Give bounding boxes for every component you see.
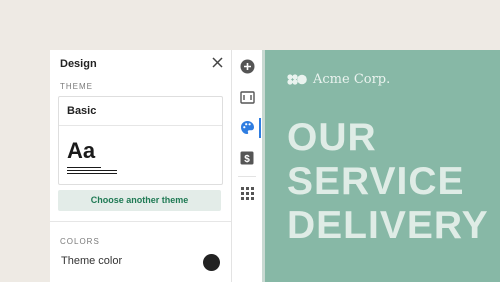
theme-sample-line xyxy=(67,170,117,171)
svg-text:$: $ xyxy=(244,154,250,165)
theme-card-divider xyxy=(59,125,222,126)
theme-name: Basic xyxy=(67,105,97,117)
palette-icon xyxy=(240,120,254,134)
brand-name: Acme Corp. xyxy=(313,72,391,87)
hero-headline: OUR SERVICE DELIVERY xyxy=(287,116,489,248)
layout-button[interactable] xyxy=(238,88,256,106)
pricing-button[interactable]: $ xyxy=(238,149,256,167)
logo-icon xyxy=(287,74,307,85)
choose-theme-button[interactable]: Choose another theme xyxy=(58,190,221,211)
theme-card[interactable]: Basic Aa xyxy=(58,96,223,185)
panel-title: Design xyxy=(60,58,97,70)
plus-circle-icon xyxy=(240,59,254,73)
headline-line: SERVICE xyxy=(287,160,465,203)
section-divider xyxy=(50,221,231,222)
theme-color-label: Theme color xyxy=(61,255,123,267)
headline-line: OUR xyxy=(287,116,377,159)
rail-divider xyxy=(238,176,256,177)
frame-icon xyxy=(239,90,255,104)
design-panel: Design THEME Basic Aa Choose another the… xyxy=(50,50,232,282)
site-preview[interactable]: Acme Corp. OUR SERVICE DELIVERY xyxy=(265,50,500,282)
theme-sample-line xyxy=(67,167,101,168)
theme-section-label: THEME xyxy=(60,82,93,91)
brand: Acme Corp. xyxy=(287,72,390,87)
design-button[interactable] xyxy=(238,118,256,136)
dollar-icon: $ xyxy=(240,151,254,165)
add-element-button[interactable] xyxy=(238,57,256,75)
tool-rail: $ xyxy=(232,50,262,282)
colors-section-label: COLORS xyxy=(60,237,100,246)
close-button[interactable] xyxy=(210,57,224,71)
headline-line: DELIVERY xyxy=(287,204,489,247)
theme-font-sample: Aa xyxy=(67,138,96,163)
close-icon xyxy=(211,57,223,68)
theme-color-swatch[interactable] xyxy=(203,254,220,271)
active-indicator xyxy=(259,118,261,138)
theme-sample-line xyxy=(67,173,117,174)
apps-button[interactable] xyxy=(238,184,256,202)
grid-icon xyxy=(240,186,254,200)
